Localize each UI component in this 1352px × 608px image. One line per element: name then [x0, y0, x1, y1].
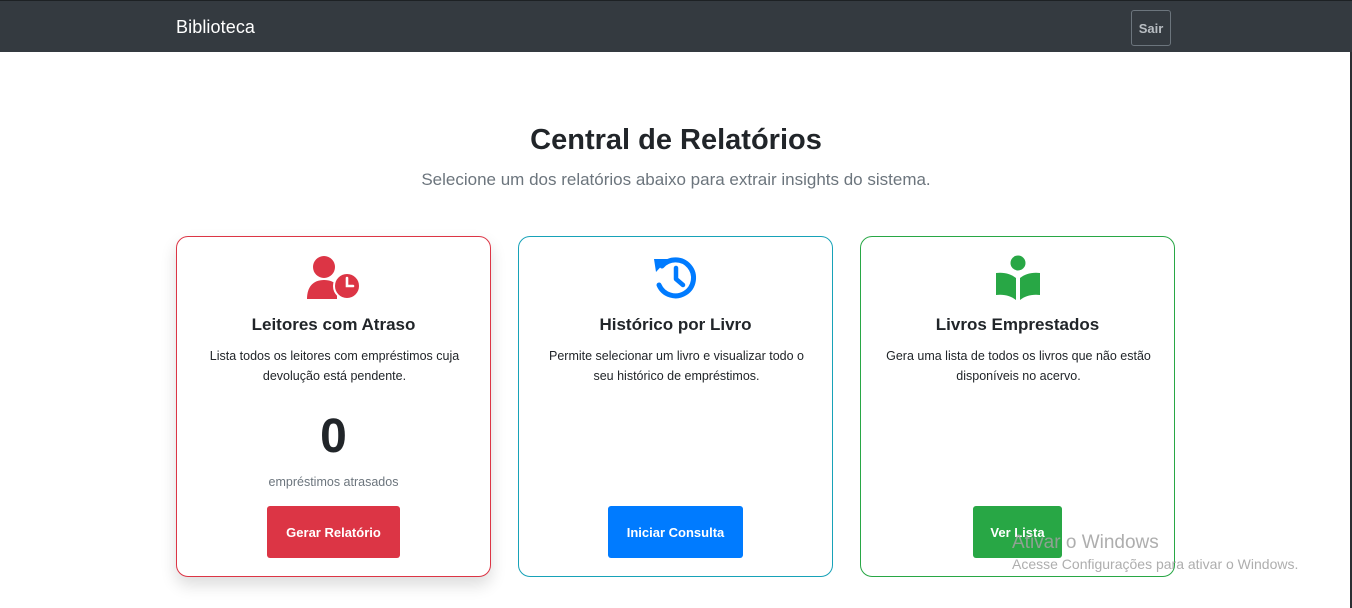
card-title: Livros Emprestados — [935, 315, 1100, 334]
card-description: Permite selecionar um livro e visualizar… — [549, 349, 804, 383]
user-clock-icon — [177, 255, 490, 303]
navbar-brand[interactable]: Biblioteca — [176, 17, 255, 38]
page-title: Central de Relatórios — [530, 124, 822, 156]
card-description: Gera uma lista de todos os livros que nã… — [886, 349, 1151, 383]
top-navbar: Biblioteca Sair — [0, 0, 1352, 52]
report-card-borrowed-books: Livros Emprestados Gera uma lista de tod… — [860, 236, 1175, 577]
logout-button[interactable]: Sair — [1131, 10, 1171, 46]
overdue-count-label: empréstimos atrasados — [268, 475, 399, 489]
generate-report-button[interactable]: Gerar Relatório — [267, 506, 400, 558]
report-card-overdue-readers: Leitores com Atraso Lista todos os leito… — [176, 236, 491, 577]
view-list-button[interactable]: Ver Lista — [973, 506, 1062, 558]
page-subtitle: Selecione um dos relatórios abaixo para … — [421, 170, 931, 189]
overdue-count: 0 — [320, 410, 347, 463]
card-title: Histórico por Livro — [599, 315, 752, 334]
book-reader-icon — [861, 255, 1174, 303]
history-icon — [519, 255, 832, 303]
card-description: Lista todos os leitores com empréstimos … — [209, 349, 460, 383]
report-card-book-history: Histórico por Livro Permite selecionar u… — [518, 236, 833, 577]
start-query-button[interactable]: Iniciar Consulta — [608, 506, 743, 558]
card-title: Leitores com Atraso — [251, 315, 416, 334]
